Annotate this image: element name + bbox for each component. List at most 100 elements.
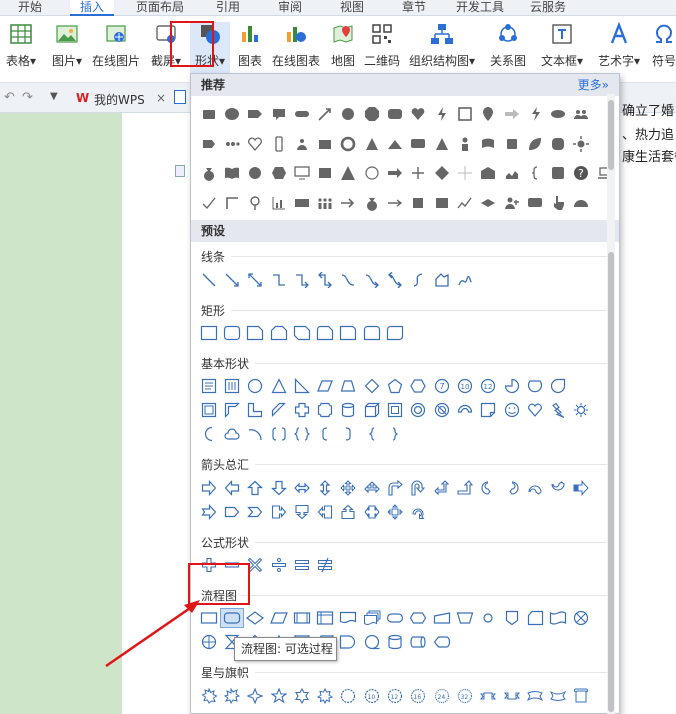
shape-smiley[interactable] [500, 400, 523, 420]
shape-octagon[interactable] [360, 104, 383, 124]
shape-flowchart-decision[interactable] [244, 608, 267, 628]
shape-elbow-arrow[interactable] [290, 270, 313, 290]
shape-explosion-1[interactable] [197, 686, 220, 706]
shape-add-user[interactable] [500, 193, 523, 213]
shape-rectangle[interactable] [197, 323, 220, 343]
shape-trend-line[interactable] [453, 193, 476, 213]
shape-up-arrow-callout[interactable] [337, 502, 360, 522]
shape-line-arrow-end[interactable] [220, 270, 243, 290]
shape-cross[interactable] [290, 400, 313, 420]
shape-book[interactable] [220, 163, 243, 183]
shape-right-brace[interactable] [383, 424, 406, 444]
shape-ellipse[interactable] [244, 376, 267, 396]
shape-half-frame[interactable] [220, 400, 243, 420]
shape-flowchart-internal-storage[interactable] [313, 608, 336, 628]
shape-people[interactable] [570, 104, 593, 124]
shape-frame[interactable] [453, 104, 476, 124]
shape-teardrop-outline[interactable] [546, 376, 569, 396]
shape-round-rect[interactable] [383, 104, 406, 124]
shape-explosion-2[interactable] [220, 686, 243, 706]
dropdown-arrow-icon[interactable]: ▼ [50, 91, 58, 102]
shape-dodecagon[interactable]: 12 [477, 376, 500, 396]
shape-flowchart-alternate-process[interactable] [220, 608, 244, 628]
shape-brace[interactable] [523, 163, 546, 183]
shape-bent-up-arrow[interactable] [453, 478, 476, 498]
close-tab-icon[interactable]: × [156, 91, 166, 105]
shape-filled-rect[interactable] [313, 134, 336, 154]
shape-right-arrow[interactable] [197, 478, 220, 498]
shape-round-same-side-rect[interactable] [360, 323, 383, 343]
shape-grey-rect[interactable] [430, 193, 453, 213]
shape-star-5[interactable] [267, 686, 290, 706]
shape-phone[interactable] [267, 134, 290, 154]
shape-rounded-bar[interactable] [290, 104, 313, 124]
my-wps-tab[interactable]: 我的WPS [94, 91, 145, 108]
shape-circle[interactable] [337, 104, 360, 124]
shape-bevel[interactable] [383, 400, 406, 420]
online-chart-button[interactable]: 在线图表 [270, 22, 322, 80]
shape-text-box[interactable] [197, 376, 220, 396]
shape-up-arrow[interactable] [244, 478, 267, 498]
shape-snip-corner-rect[interactable] [244, 323, 267, 343]
shape-star-10[interactable]: 10 [360, 686, 383, 706]
shape-double-bracket[interactable] [267, 424, 290, 444]
shape-long-arrow[interactable] [383, 193, 406, 213]
shape-curved-down-arrow[interactable] [546, 478, 569, 498]
tab-cloud[interactable]: 云服务 [530, 0, 566, 16]
shape-decagon[interactable]: 10 [453, 376, 476, 396]
document-tab-icon[interactable] [174, 90, 186, 104]
tab-page-layout[interactable]: 页面布局 [136, 0, 184, 16]
shape-rounded-rectangle[interactable] [220, 323, 243, 343]
shape-rounded-square[interactable] [546, 134, 569, 154]
shape-flat-oval[interactable] [546, 104, 569, 124]
shape-cross-thin[interactable] [453, 163, 476, 183]
shape-star-6[interactable] [290, 686, 313, 706]
shape-vertical-scroll[interactable] [570, 686, 593, 706]
shape-check[interactable] [197, 193, 220, 213]
shape-up-ribbon[interactable] [477, 686, 500, 706]
shape-snip-diagonal-rect[interactable] [290, 323, 313, 343]
shape-flowchart-punched-tape[interactable] [546, 608, 569, 628]
shape-equal[interactable] [290, 555, 313, 575]
shape-flowchart-multidocument[interactable] [360, 608, 383, 628]
shape-star-12[interactable]: 12 [383, 686, 406, 706]
shape-flowchart-document[interactable] [337, 608, 360, 628]
shape-freeform[interactable] [430, 270, 453, 290]
shape-scribble[interactable] [453, 270, 476, 290]
wordart-button[interactable]: 艺术字▾ [594, 22, 644, 80]
shape-speech-square[interactable] [546, 163, 569, 183]
shape-right-arrow-callout[interactable] [267, 502, 290, 522]
shape-square-small[interactable] [500, 134, 523, 154]
shape-left-right-arrow[interactable] [290, 478, 313, 498]
shape-flowchart-offpage-connector[interactable] [500, 608, 523, 628]
shape-not-equal[interactable] [313, 555, 336, 575]
shape-right-bracket[interactable] [337, 424, 360, 444]
recommended-scroll-thumb[interactable] [608, 100, 614, 170]
shape-person[interactable] [453, 134, 476, 154]
org-chart-button[interactable]: 组织结构图▾ [408, 22, 476, 80]
shape-pie[interactable] [500, 376, 523, 396]
shape-triangle[interactable] [360, 134, 383, 154]
shape-star-4[interactable] [244, 686, 267, 706]
tab-home[interactable]: 开始 [18, 0, 42, 16]
shape-flowchart-sequential-storage[interactable] [360, 632, 383, 652]
shape-left-brace[interactable] [360, 424, 383, 444]
shape-black-square[interactable] [407, 193, 430, 213]
shape-wide-rect[interactable] [290, 193, 313, 213]
shape-curved-right-arrow[interactable] [477, 478, 500, 498]
shape-quad-arrow[interactable] [337, 478, 360, 498]
shape-teardrop[interactable] [477, 104, 500, 124]
tab-view[interactable]: 视图 [340, 0, 364, 16]
shape-plus-thin[interactable] [407, 163, 430, 183]
shape-notched-right-arrow[interactable] [197, 502, 220, 522]
shape-star-7[interactable] [313, 686, 336, 706]
redo-icon[interactable]: ↷ [22, 90, 33, 105]
shape-oval[interactable] [220, 104, 243, 124]
shape-people-2[interactable] [500, 163, 523, 183]
shape-callout[interactable] [267, 104, 290, 124]
shape-gear-filled[interactable] [244, 163, 267, 183]
shape-left-right-up-arrow[interactable] [360, 478, 383, 498]
shape-pentagon-arrow-outline[interactable] [220, 502, 243, 522]
shape-down-arrow[interactable] [267, 478, 290, 498]
shape-u-turn-arrow[interactable] [407, 478, 430, 498]
